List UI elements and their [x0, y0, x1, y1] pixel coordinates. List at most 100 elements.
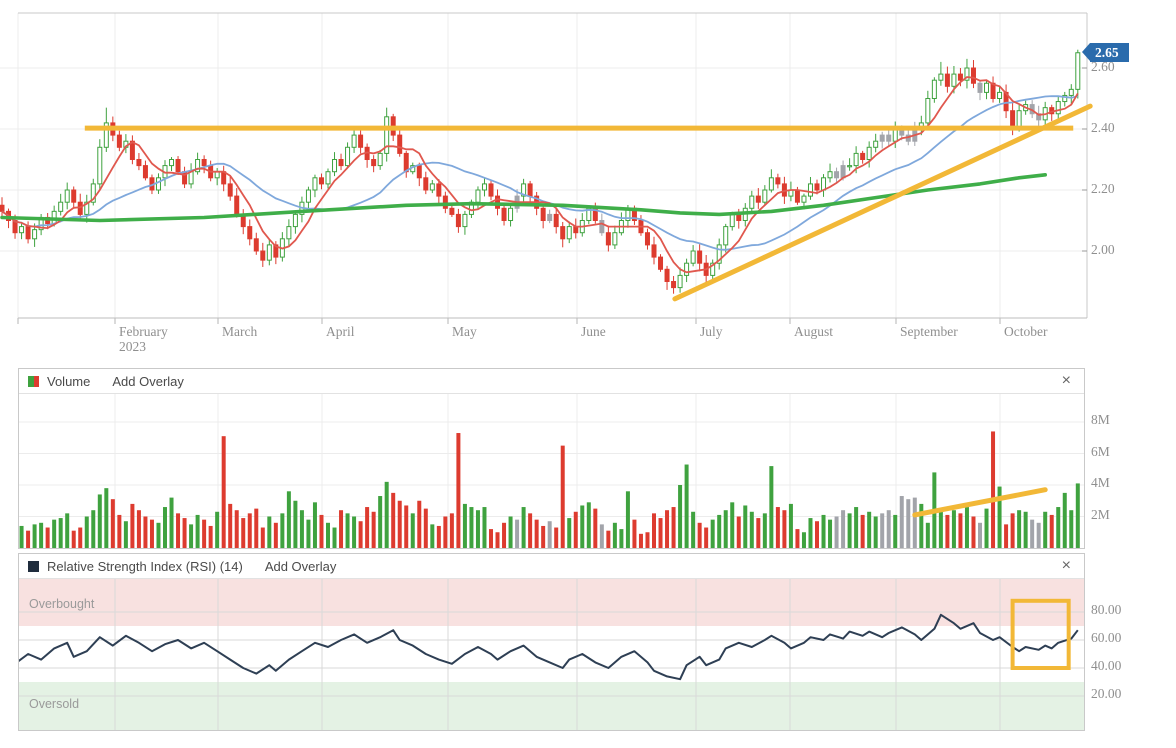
volume-bar[interactable]: [463, 504, 467, 548]
candle[interactable]: [482, 178, 486, 197]
candle[interactable]: [756, 188, 760, 209]
candle[interactable]: [463, 211, 467, 235]
candle[interactable]: [678, 268, 682, 293]
volume-bar[interactable]: [724, 510, 728, 548]
volume-bar[interactable]: [280, 513, 284, 548]
volume-bar[interactable]: [209, 526, 213, 548]
volume-bar[interactable]: [143, 517, 147, 549]
volume-bar[interactable]: [574, 512, 578, 548]
volume-bar[interactable]: [137, 510, 141, 548]
candle[interactable]: [254, 233, 258, 255]
volume-bar[interactable]: [678, 485, 682, 548]
volume-bar[interactable]: [150, 520, 154, 548]
volume-bar[interactable]: [248, 513, 252, 548]
volume-bar[interactable]: [672, 507, 676, 548]
volume-bar[interactable]: [404, 505, 408, 548]
candle[interactable]: [287, 219, 291, 246]
candle[interactable]: [339, 154, 343, 170]
candle[interactable]: [306, 187, 310, 209]
volume-bar[interactable]: [430, 524, 434, 548]
volume-bar[interactable]: [1004, 524, 1008, 548]
candle[interactable]: [0, 197, 4, 218]
candle[interactable]: [567, 221, 571, 243]
volume-bar[interactable]: [600, 524, 604, 548]
candle[interactable]: [417, 163, 421, 186]
volume-bar[interactable]: [20, 526, 24, 548]
volume-bar[interactable]: [1011, 513, 1015, 548]
volume-close-button[interactable]: ×: [1058, 371, 1075, 391]
volume-bar[interactable]: [926, 523, 930, 548]
volume-bar[interactable]: [1043, 512, 1047, 548]
volume-bar[interactable]: [33, 524, 37, 548]
candle[interactable]: [945, 67, 949, 93]
volume-bar[interactable]: [352, 517, 356, 549]
candle[interactable]: [65, 183, 69, 210]
candle[interactable]: [346, 142, 350, 168]
volume-bar[interactable]: [267, 517, 271, 549]
candle[interactable]: [985, 80, 989, 99]
volume-bar[interactable]: [59, 518, 63, 548]
volume-bar[interactable]: [104, 488, 108, 548]
volume-bar[interactable]: [919, 504, 923, 548]
volume-bar[interactable]: [117, 515, 121, 548]
volume-bar[interactable]: [763, 513, 767, 548]
volume-bar[interactable]: [554, 528, 558, 548]
volume-bar[interactable]: [528, 513, 532, 548]
volume-chart-canvas[interactable]: [19, 394, 1084, 548]
volume-bar[interactable]: [85, 517, 89, 549]
volume-bar[interactable]: [196, 515, 200, 548]
volume-bar[interactable]: [913, 498, 917, 548]
volume-bar[interactable]: [476, 510, 480, 548]
volume-bar[interactable]: [333, 528, 337, 548]
candle[interactable]: [691, 245, 695, 266]
volume-bar[interactable]: [561, 446, 565, 548]
volume-bar[interactable]: [665, 510, 669, 548]
volume-bar[interactable]: [65, 513, 69, 548]
volume-bar[interactable]: [854, 507, 858, 548]
price-chart-canvas[interactable]: [0, 0, 1176, 362]
candle[interactable]: [828, 164, 832, 183]
volume-bar[interactable]: [587, 502, 591, 548]
candle[interactable]: [645, 229, 649, 250]
candle[interactable]: [606, 225, 610, 251]
volume-bar[interactable]: [985, 509, 989, 548]
volume-bar[interactable]: [769, 466, 773, 548]
volume-bar[interactable]: [802, 532, 806, 548]
candle[interactable]: [456, 209, 460, 233]
candle[interactable]: [619, 212, 623, 235]
candle[interactable]: [528, 181, 532, 202]
volume-bar[interactable]: [906, 499, 910, 548]
candle[interactable]: [72, 186, 76, 207]
volume-bar[interactable]: [887, 510, 891, 548]
candle[interactable]: [613, 226, 617, 249]
volume-bar[interactable]: [346, 513, 350, 548]
volume-bar[interactable]: [965, 507, 969, 548]
volume-bar[interactable]: [776, 507, 780, 548]
candle[interactable]: [476, 186, 480, 209]
candle[interactable]: [91, 179, 95, 206]
rsi-chart-canvas[interactable]: [19, 579, 1084, 730]
candle[interactable]: [137, 153, 141, 170]
volume-bar[interactable]: [385, 482, 389, 548]
candle[interactable]: [561, 222, 565, 247]
volume-bar[interactable]: [848, 513, 852, 548]
candle[interactable]: [443, 192, 447, 214]
candle[interactable]: [196, 153, 200, 175]
volume-bar[interactable]: [1076, 483, 1080, 548]
volume-bar[interactable]: [808, 518, 812, 548]
volume-bar[interactable]: [698, 523, 702, 548]
candle[interactable]: [365, 143, 369, 167]
candle[interactable]: [189, 163, 193, 188]
volume-bar[interactable]: [111, 499, 115, 548]
volume-bar[interactable]: [632, 520, 636, 548]
candle[interactable]: [1056, 96, 1060, 121]
volume-bar[interactable]: [261, 528, 265, 548]
candle[interactable]: [502, 205, 506, 226]
volume-bar[interactable]: [828, 520, 832, 548]
candle[interactable]: [874, 134, 878, 153]
candle[interactable]: [404, 151, 408, 178]
volume-bar[interactable]: [313, 502, 317, 548]
candle[interactable]: [659, 254, 663, 272]
candle[interactable]: [378, 150, 382, 170]
volume-bar[interactable]: [1069, 510, 1073, 548]
